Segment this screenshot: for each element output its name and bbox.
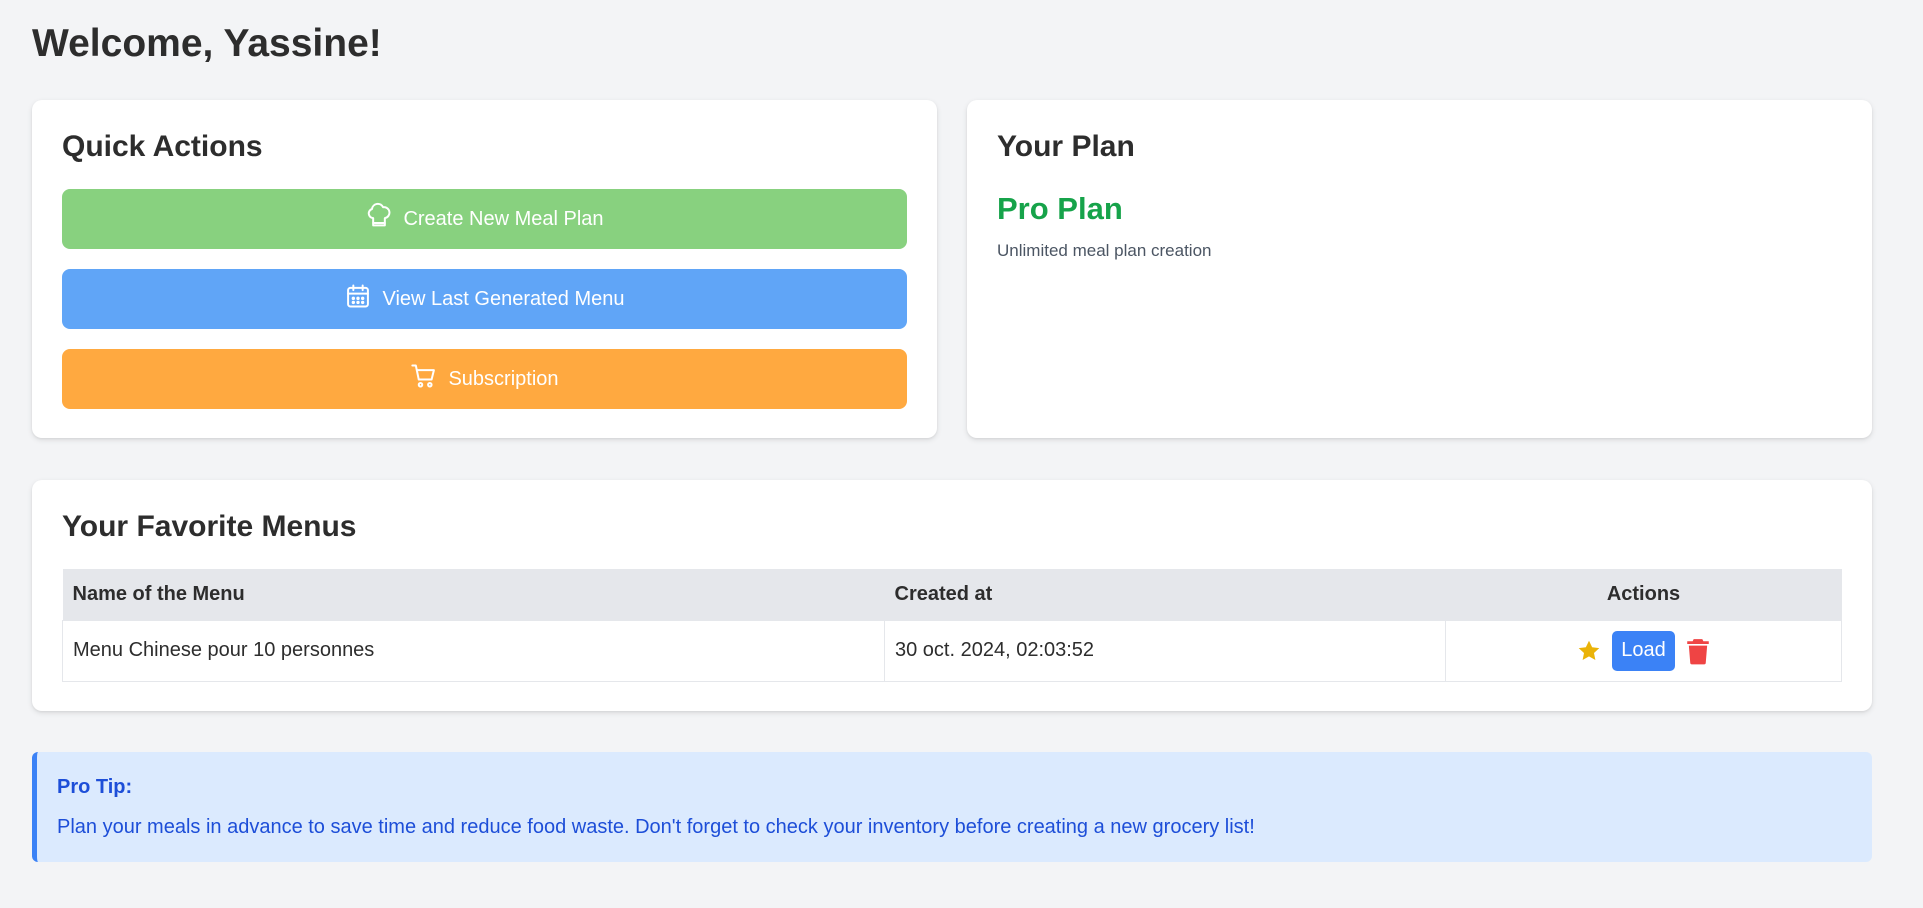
create-meal-plan-label: Create New Meal Plan bbox=[403, 207, 604, 230]
cart-icon bbox=[410, 362, 438, 396]
pro-tip-banner: Pro Tip: Plan your meals in advance to s… bbox=[32, 752, 1872, 862]
favorite-menus-card: Your Favorite Menus Name of the Menu Cre… bbox=[32, 480, 1872, 711]
menu-name-cell: Menu Chinese pour 10 personnes bbox=[62, 619, 885, 682]
subscription-label: Subscription bbox=[448, 367, 559, 390]
view-last-menu-button[interactable]: View Last Generated Menu bbox=[62, 269, 907, 329]
quick-actions-title: Quick Actions bbox=[62, 130, 263, 163]
welcome-heading: Welcome, Yassine! bbox=[32, 22, 382, 65]
calendar-icon bbox=[344, 282, 372, 316]
your-plan-card: Your Plan Pro Plan Unlimited meal plan c… bbox=[967, 100, 1872, 438]
favorite-menus-table: Name of the Menu Created at Actions Menu… bbox=[62, 569, 1842, 682]
column-header-actions: Actions bbox=[1445, 569, 1842, 620]
pro-tip-title: Pro Tip: bbox=[57, 776, 133, 798]
chef-hat-icon bbox=[365, 202, 393, 236]
plan-name: Pro Plan bbox=[997, 191, 1123, 226]
favorite-menus-title: Your Favorite Menus bbox=[62, 510, 357, 543]
pro-tip-text: Plan your meals in advance to save time … bbox=[57, 816, 1255, 838]
column-header-created-at: Created at bbox=[884, 569, 1446, 620]
dashboard-page: Welcome, Yassine! Quick Actions Create N… bbox=[0, 0, 1923, 908]
your-plan-title: Your Plan bbox=[997, 130, 1135, 163]
load-button[interactable]: Load bbox=[1612, 630, 1675, 671]
created-at-cell: 30 oct. 2024, 02:03:52 bbox=[884, 619, 1446, 682]
create-meal-plan-button[interactable]: Create New Meal Plan bbox=[62, 189, 907, 249]
delete-trash-icon[interactable] bbox=[1685, 637, 1711, 665]
view-last-menu-label: View Last Generated Menu bbox=[382, 287, 625, 310]
column-header-name: Name of the Menu bbox=[62, 569, 885, 620]
plan-description: Unlimited meal plan creation bbox=[997, 241, 1212, 260]
favorite-star-icon[interactable] bbox=[1576, 638, 1602, 664]
quick-actions-card: Quick Actions Create New Meal Plan View … bbox=[32, 100, 937, 438]
table-row: Menu Chinese pour 10 personnes 30 oct. 2… bbox=[62, 619, 1842, 682]
subscription-button[interactable]: Subscription bbox=[62, 349, 907, 409]
table-header-row: Name of the Menu Created at Actions bbox=[62, 569, 1842, 620]
actions-cell: Load bbox=[1445, 619, 1842, 682]
